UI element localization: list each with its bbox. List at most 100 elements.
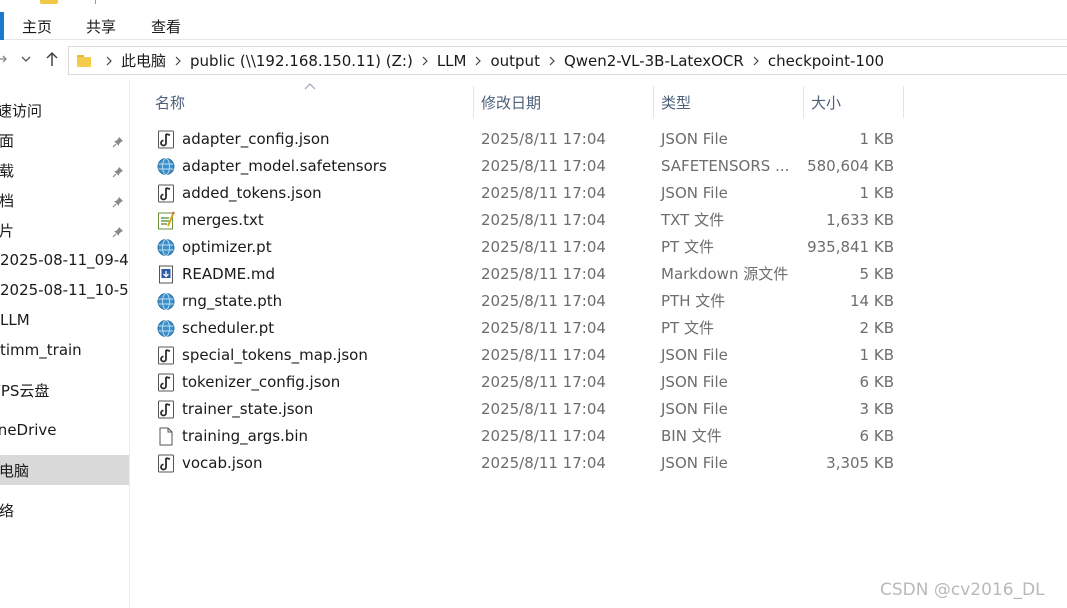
tab-share[interactable]: 共享 xyxy=(86,16,116,37)
file-size: 1,633 KB xyxy=(826,211,894,229)
file-name: trainer_state.json xyxy=(182,400,314,418)
forward-button[interactable] xyxy=(0,41,10,77)
binary-globe-icon xyxy=(157,157,175,176)
title-separator xyxy=(95,0,96,4)
up-button[interactable] xyxy=(42,41,62,77)
text-file-icon xyxy=(157,211,175,230)
file-row[interactable]: special_tokens_map.json 2025/8/11 17:04 JS… xyxy=(147,342,907,369)
sidebar-item-label: 桌面 xyxy=(0,131,15,150)
file-row[interactable]: added_tokens.json 2025/8/11 17:04 JSON Fil… xyxy=(147,180,907,207)
file-size: 580,604 KB xyxy=(807,157,894,175)
column-header-date[interactable]: 修改日期 xyxy=(473,86,653,118)
file-size: 14 KB xyxy=(850,292,894,310)
file-size: 3,305 KB xyxy=(826,454,894,472)
file-row[interactable]: scheduler.pt 2025/8/11 17:04 PT 文件 2 KB xyxy=(147,315,907,342)
file-name: training_args.bin xyxy=(182,427,309,445)
arrow-up-icon xyxy=(46,51,58,66)
sidebar-item[interactable]: OneDrive xyxy=(0,415,129,445)
chevron-right-icon[interactable] xyxy=(168,56,188,66)
navigation-pane: 快速访问桌面下载文档图片 2025-08-11_09-42 2025-08-11_1… xyxy=(0,80,130,608)
chevron-right-icon[interactable] xyxy=(415,56,435,66)
breadcrumb-item[interactable]: public (\\192.168.150.11) (Z:) xyxy=(188,52,415,70)
file-list: 名称 修改日期 类型 大小 adapter_config.json 2025/8/… xyxy=(131,80,1067,608)
binary-globe-icon xyxy=(157,238,175,257)
file-row[interactable]: trainer_state.json 2025/8/11 17:04 JSON Fi… xyxy=(147,396,907,423)
json-file-icon xyxy=(157,346,175,365)
file-name: README.md xyxy=(182,265,276,283)
sidebar-item[interactable]: WPS云盘 xyxy=(0,375,129,405)
pin-icon[interactable] xyxy=(112,194,124,208)
file-date: 2025/8/11 17:04 xyxy=(481,184,606,202)
sidebar-item[interactable]: 文档 xyxy=(0,185,129,215)
file-name: adapter_model.safetensors xyxy=(182,157,387,175)
chevron-right-icon[interactable] xyxy=(468,56,488,66)
file-type: JSON File xyxy=(661,400,728,418)
pin-icon[interactable] xyxy=(112,164,124,178)
sidebar-item[interactable]: 2025-08-11_10-58 xyxy=(0,275,129,305)
sidebar-item[interactable]: 2025-08-11_09-42 xyxy=(0,245,129,275)
file-date: 2025/8/11 17:04 xyxy=(481,265,606,283)
sidebar-item[interactable]: 图片 xyxy=(0,215,129,245)
file-row[interactable]: training_args.bin 2025/8/11 17:04 BIN 文件 6 … xyxy=(147,423,907,450)
file-date: 2025/8/11 17:04 xyxy=(481,427,606,445)
sidebar-item-label: 下载 xyxy=(0,161,15,180)
pin-icon[interactable] xyxy=(112,134,124,148)
quick-access-folder-icon xyxy=(40,0,58,4)
sidebar-item-label: LLM xyxy=(0,311,30,329)
file-tab[interactable] xyxy=(0,12,4,40)
sidebar-item[interactable]: 下载 xyxy=(0,155,129,185)
tab-view[interactable]: 查看 xyxy=(151,16,181,37)
file-size: 6 KB xyxy=(859,427,894,445)
sidebar-item[interactable]: 此电脑 xyxy=(0,455,129,485)
file-name: tokenizer_config.json xyxy=(182,373,341,391)
chevron-right-icon[interactable] xyxy=(99,56,119,66)
file-type: JSON File xyxy=(661,346,728,364)
column-header-type[interactable]: 类型 xyxy=(653,86,803,118)
column-header-name[interactable]: 名称 xyxy=(147,86,473,118)
breadcrumb-item[interactable]: checkpoint-100 xyxy=(766,52,886,70)
breadcrumb-item[interactable]: LLM xyxy=(435,52,469,70)
chevron-right-icon[interactable] xyxy=(746,56,766,66)
sidebar-item[interactable]: timm_train xyxy=(0,335,129,365)
file-size: 5 KB xyxy=(859,265,894,283)
address-bar[interactable]: 此电脑 public (\\192.168.150.11) (Z:) LLM outp… xyxy=(68,46,1067,75)
sidebar-item[interactable]: LLM xyxy=(0,305,129,335)
file-size: 2 KB xyxy=(859,319,894,337)
breadcrumb-item[interactable]: output xyxy=(488,52,541,70)
file-row[interactable]: adapter_model.safetensors 2025/8/11 17:04… xyxy=(147,153,907,180)
sidebar-item[interactable]: 快速访问 xyxy=(0,95,129,125)
arrow-right-icon xyxy=(0,55,7,63)
tab-home[interactable]: 主页 xyxy=(22,16,52,37)
breadcrumb-item[interactable]: 此电脑 xyxy=(119,50,168,71)
sidebar-item[interactable]: 网络 xyxy=(0,495,129,525)
file-row[interactable]: adapter_config.json 2025/8/11 17:04 JSON F… xyxy=(147,126,907,153)
breadcrumb-item[interactable]: Qwen2-VL-3B-LatexOCR xyxy=(562,52,746,70)
file-type: JSON File xyxy=(661,184,728,202)
file-row[interactable]: optimizer.pt 2025/8/11 17:04 PT 文件 935,841 … xyxy=(147,234,907,261)
file-row[interactable]: README.md 2025/8/11 17:04 Markdown 源文件 5 KB xyxy=(147,261,907,288)
column-divider[interactable] xyxy=(903,86,904,118)
file-row[interactable]: rng_state.pth 2025/8/11 17:04 PTH 文件 14 KB xyxy=(147,288,907,315)
sidebar-item[interactable]: 桌面 xyxy=(0,125,129,155)
file-size: 1 KB xyxy=(859,346,894,364)
file-row[interactable]: tokenizer_config.json 2025/8/11 17:04 JSON… xyxy=(147,369,907,396)
column-header-size[interactable]: 大小 xyxy=(803,86,903,118)
file-name: vocab.json xyxy=(182,454,263,472)
file-row[interactable]: vocab.json 2025/8/11 17:04 JSON File 3,305 … xyxy=(147,450,907,477)
file-name: rng_state.pth xyxy=(182,292,283,310)
column-header-size-label: 大小 xyxy=(811,93,842,112)
file-row[interactable]: merges.txt 2025/8/11 17:04 TXT 文件 1,633 KB xyxy=(147,207,907,234)
watermark: CSDN @cv2016_DL xyxy=(880,580,1045,600)
ribbon-tabs: 主页 共享 查看 xyxy=(0,6,1067,40)
file-date: 2025/8/11 17:04 xyxy=(481,346,606,364)
chevron-right-icon[interactable] xyxy=(542,56,562,66)
pin-icon[interactable] xyxy=(112,224,124,238)
file-type: JSON File xyxy=(661,373,728,391)
sidebar-item-label: 图片 xyxy=(0,221,15,240)
file-type: PT 文件 xyxy=(661,319,714,337)
file-name: adapter_config.json xyxy=(182,130,330,148)
file-date: 2025/8/11 17:04 xyxy=(481,319,606,337)
file-date: 2025/8/11 17:04 xyxy=(481,400,606,418)
json-file-icon xyxy=(157,400,175,419)
recent-locations-button[interactable] xyxy=(18,41,34,77)
